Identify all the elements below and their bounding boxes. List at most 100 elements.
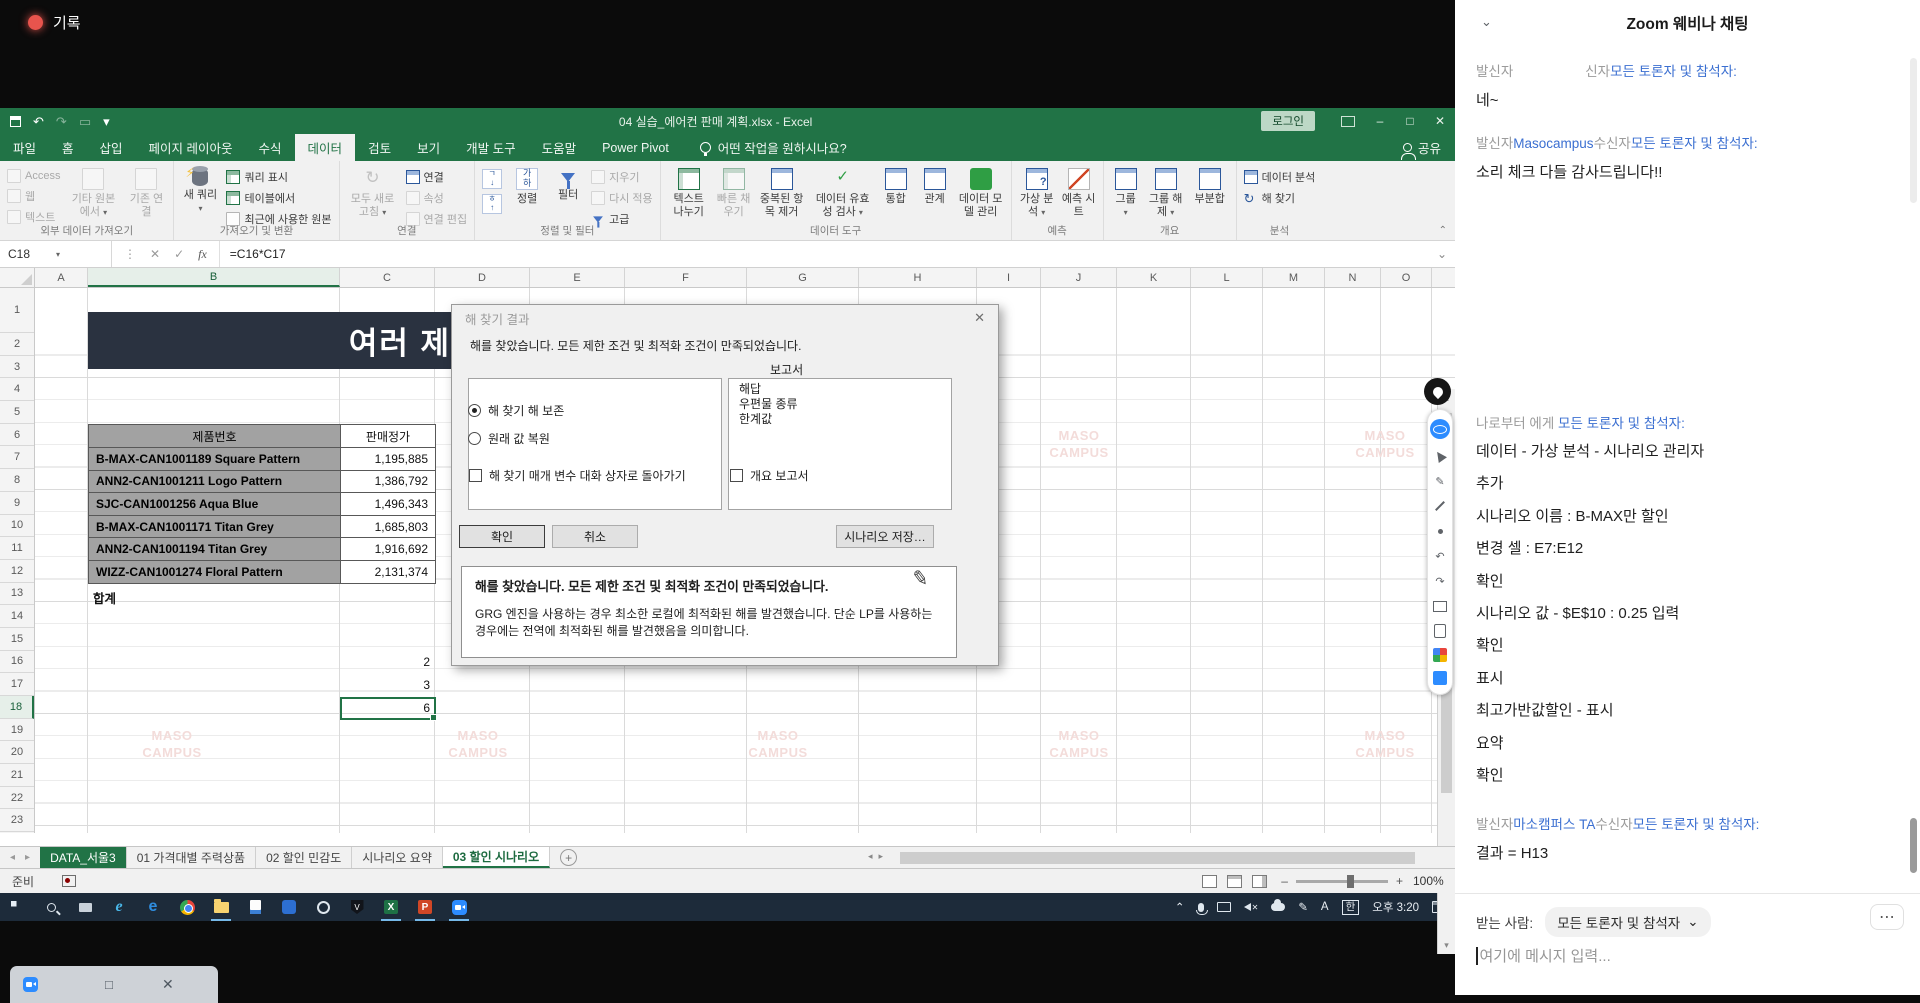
row-header[interactable]: 21: [0, 764, 34, 787]
clear-filter-button[interactable]: 지우기: [591, 169, 653, 185]
undo-icon[interactable]: ↶: [33, 115, 44, 128]
table-row[interactable]: SJC-CAN1001256 Aqua Blue 1,496,343: [89, 493, 436, 516]
taskbar-excel-button[interactable]: X: [374, 893, 408, 921]
tab-file[interactable]: 파일: [0, 134, 49, 161]
page-layout-view-icon[interactable]: [1227, 875, 1242, 888]
insert-function-icon[interactable]: fx: [198, 247, 207, 262]
table-row[interactable]: B-MAX-CAN1001171 Titan Grey 1,685,803: [89, 515, 436, 538]
manage-data-model-button[interactable]: 데이터 모델 관리: [958, 165, 1004, 219]
page-break-view-icon[interactable]: [1252, 875, 1267, 888]
chat-more-button[interactable]: ⋯: [1870, 904, 1904, 930]
data-validation-button[interactable]: ✓ 데이터 유효성 검사 ▾: [813, 165, 873, 219]
chat-input[interactable]: 여기에 메시지 입력...: [1476, 945, 1611, 966]
row-header[interactable]: 19: [0, 719, 34, 742]
row-header[interactable]: 6: [0, 424, 34, 447]
dialog-titlebar[interactable]: 해 찾기 결과 ✕: [452, 305, 998, 331]
taskbar-ie-button[interactable]: e: [102, 893, 136, 921]
from-web-button[interactable]: 웹: [7, 188, 60, 204]
sheet-tab-data-seoul3[interactable]: DATA_서울3: [40, 847, 127, 868]
remove-duplicates-button[interactable]: 중복된 항목 제거: [758, 165, 806, 219]
column-header[interactable]: K: [1117, 268, 1191, 287]
restore-icon[interactable]: □: [105, 978, 113, 992]
show-queries-button[interactable]: 쿼리 표시: [226, 169, 331, 185]
tray-expand-icon[interactable]: ⌃: [1175, 900, 1185, 914]
properties-button[interactable]: 속성: [406, 190, 468, 206]
cancel-button[interactable]: 취소: [552, 525, 638, 548]
ok-button[interactable]: 확인: [459, 525, 545, 548]
zoom-slider-thumb[interactable]: [1347, 875, 1354, 888]
new-query-button[interactable]: ⚡ 새 쿼리 ▾: [181, 165, 219, 215]
save-scenario-button[interactable]: 시나리오 저장…: [836, 525, 934, 548]
taskbar-security-button[interactable]: V: [340, 893, 374, 921]
row-header[interactable]: 9: [0, 492, 34, 515]
sheet-tab-03-active[interactable]: 03 할인 시나리오: [443, 847, 550, 868]
annotate-colors-icon[interactable]: [1433, 648, 1447, 662]
taskbar-document-button[interactable]: [238, 893, 272, 921]
row-header[interactable]: 2: [0, 333, 34, 356]
solver-button[interactable]: ↻해 찾기: [1244, 190, 1316, 206]
chat-scrollbar-thumb[interactable]: [1910, 58, 1917, 203]
restore-original-values-radio[interactable]: 원래 값 복원: [468, 430, 550, 447]
row-header[interactable]: 1: [0, 288, 34, 333]
row-header[interactable]: 3: [0, 356, 34, 379]
existing-connections-button[interactable]: 기존 연결: [126, 165, 166, 219]
clock[interactable]: 오후 3:20: [1372, 899, 1419, 915]
row-header[interactable]: 17: [0, 673, 34, 696]
microphone-icon[interactable]: [1198, 903, 1204, 912]
report-item[interactable]: 우편물 종류: [739, 397, 941, 412]
sheet-tab-01[interactable]: 01 가격대별 주력상품: [127, 847, 256, 868]
share-button[interactable]: 공유: [1403, 134, 1455, 161]
zoom-percent[interactable]: 100%: [1413, 874, 1455, 888]
dialog-close-icon[interactable]: ✕: [974, 310, 985, 326]
row-header[interactable]: 18: [0, 696, 34, 719]
column-header[interactable]: D: [435, 268, 530, 287]
name-box[interactable]: C18 ▾: [0, 241, 112, 267]
cancel-formula-icon[interactable]: ✕: [150, 247, 160, 261]
data-analysis-button[interactable]: 데이터 분석: [1244, 169, 1316, 185]
close-icon[interactable]: ✕: [162, 977, 174, 992]
column-header[interactable]: M: [1263, 268, 1325, 287]
collapse-ribbon-icon[interactable]: ⌃: [1439, 225, 1447, 236]
tab-insert[interactable]: 삽입: [87, 134, 136, 161]
row-header[interactable]: 20: [0, 741, 34, 764]
annotate-clipboard-icon[interactable]: [1432, 623, 1448, 639]
tab-help[interactable]: 도움말: [529, 134, 590, 161]
row-header[interactable]: 23: [0, 809, 34, 832]
from-table-button[interactable]: 테이블에서: [226, 190, 331, 206]
start-button[interactable]: [0, 893, 34, 921]
reapply-button[interactable]: 다시 적용: [591, 190, 653, 206]
zoom-in-icon[interactable]: +: [1396, 874, 1403, 888]
annotate-monitor-icon[interactable]: [1432, 598, 1448, 614]
onedrive-icon[interactable]: [1271, 903, 1285, 911]
scroll-down-icon[interactable]: ▾: [1438, 936, 1455, 954]
sort-button[interactable]: 가하 정렬: [509, 165, 545, 206]
audience-dropdown[interactable]: 모든 토론자 및 참석자 ⌄: [1545, 907, 1710, 937]
macro-record-icon[interactable]: [62, 875, 76, 887]
report-item[interactable]: 한계값: [739, 412, 941, 427]
access-button[interactable]: Access: [7, 169, 60, 183]
close-button[interactable]: ✕: [1425, 108, 1455, 134]
row-header[interactable]: 7: [0, 446, 34, 469]
annotate-cursor-icon[interactable]: [1432, 448, 1448, 464]
touch-mode-icon[interactable]: ▭: [79, 115, 91, 128]
taskbar-chrome-button[interactable]: [170, 893, 204, 921]
annotate-undo-icon[interactable]: ↶: [1432, 548, 1448, 564]
normal-view-icon[interactable]: [1202, 875, 1217, 888]
column-header[interactable]: L: [1191, 268, 1263, 287]
taskbar-usb-button[interactable]: [68, 893, 102, 921]
taskbar-search-button[interactable]: [34, 893, 68, 921]
row-header[interactable]: 10: [0, 515, 34, 538]
sheet-tab-02[interactable]: 02 할인 민감도: [256, 847, 352, 868]
what-if-analysis-button[interactable]: ? 가상 분석 ▾: [1019, 165, 1055, 219]
row-header[interactable]: 16: [0, 651, 34, 674]
name-box-dropdown-icon[interactable]: ▾: [56, 250, 60, 259]
column-header[interactable]: H: [859, 268, 977, 287]
column-header[interactable]: N: [1325, 268, 1381, 287]
save-icon[interactable]: [10, 116, 21, 127]
taskbar-explorer-button[interactable]: [204, 893, 238, 921]
tab-page-layout[interactable]: 페이지 레이아웃: [136, 134, 246, 161]
return-to-dialog-checkbox[interactable]: 해 찾기 매개 변수 대화 상자로 돌아가기: [469, 467, 686, 484]
taskbar-zoom-button[interactable]: [442, 893, 476, 921]
taskbar-edge-button[interactable]: e: [136, 893, 170, 921]
ungroup-button[interactable]: 그룹 해제 ▾: [1148, 165, 1184, 219]
